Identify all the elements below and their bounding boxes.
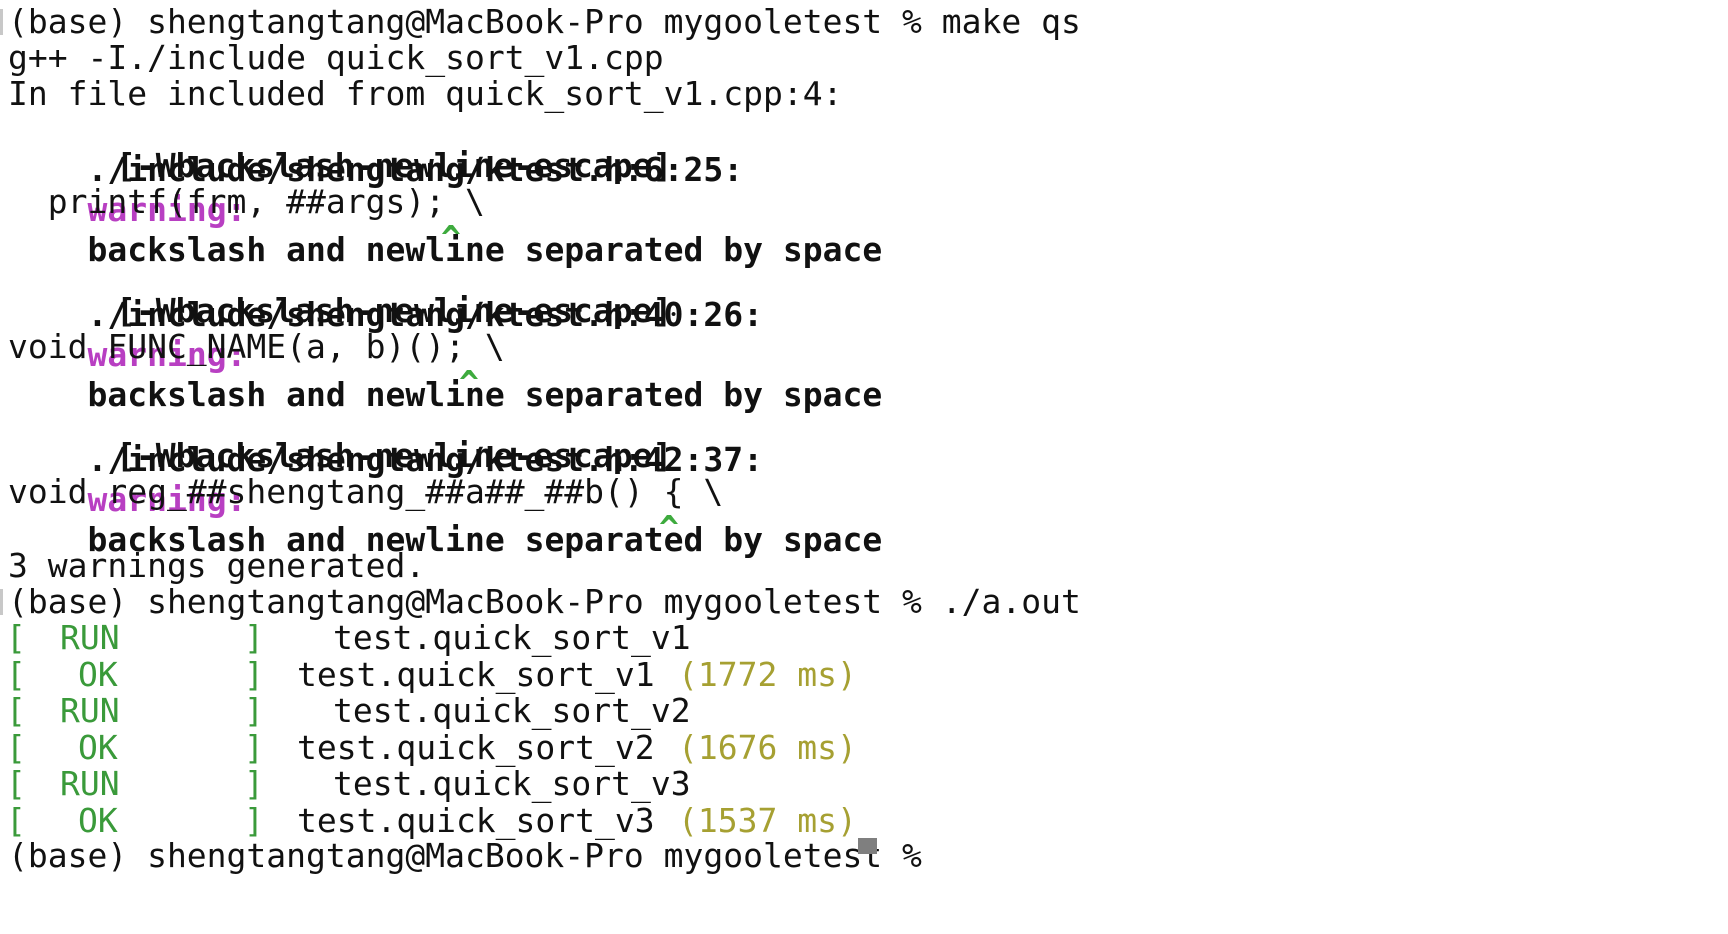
warning-line-2: ./include/shengtang/ktest.h:40:26: warni… (8, 255, 882, 414)
test-bracket-open: [ (6, 801, 26, 840)
test-time: (1537 ms) (678, 801, 857, 840)
test-bracket-open: [ (6, 728, 26, 767)
test-time: (1676 ms) (678, 728, 857, 767)
prompt-text: (base) shengtangtang@MacBook-Pro mygoole… (8, 836, 942, 875)
test-bracket-open: [ (6, 618, 26, 657)
terminal-window[interactable]: (base) shengtangtang@MacBook-Pro mygoole… (0, 0, 1728, 934)
prompt-mark (0, 589, 3, 615)
warning-caret: ^ (659, 508, 679, 547)
prompt-line: (base) shengtangtang@MacBook-Pro mygoole… (8, 582, 1081, 621)
text-cursor (858, 838, 877, 854)
warning-source: printf(frm, ##args); \ (8, 182, 485, 221)
test-time: (1772 ms) (678, 655, 857, 694)
test-bracket-close: ] (244, 618, 264, 657)
warning-source: void reg_##shengtang_##a##_##b() { \ (8, 472, 724, 511)
warnings-summary: 3 warnings generated. (8, 546, 426, 585)
prompt-line: (base) shengtangtang@MacBook-Pro mygoole… (8, 836, 942, 876)
test-status: OK (78, 801, 118, 840)
test-status: OK (78, 728, 118, 767)
prompt-mark (0, 9, 3, 35)
test-bracket-close: ] (244, 764, 264, 803)
test-status: OK (78, 655, 118, 694)
included-from-line: In file included from quick_sort_v1.cpp:… (8, 74, 843, 113)
compile-command: g++ -I./include quick_sort_v1.cpp (8, 38, 664, 77)
test-bracket-open: [ (6, 655, 26, 694)
test-status: RUN (60, 764, 120, 803)
warning-flag: [-Wbackslash-newline-escape] (116, 436, 673, 475)
test-bracket-close: ] (244, 728, 264, 767)
test-bracket-open: [ (6, 764, 26, 803)
test-status: RUN (60, 691, 120, 730)
warning-caret: ^ (441, 218, 461, 257)
warning-flag: [-Wbackslash-newline-escape] (116, 291, 673, 330)
test-name: test.quick_sort_v1 (297, 655, 655, 694)
warning-line-1: ./include/shengtang/ktest.h:6:25: warnin… (8, 110, 882, 269)
warning-line-3: ./include/shengtang/ktest.h:42:37: warni… (8, 400, 882, 559)
test-status: RUN (60, 618, 120, 657)
warning-caret: ^ (459, 363, 479, 402)
test-name: test.quick_sort_v3 (333, 764, 691, 803)
test-name: test.quick_sort_v1 (333, 618, 691, 657)
test-bracket-close: ] (244, 691, 264, 730)
test-name: test.quick_sort_v2 (333, 691, 691, 730)
test-name: test.quick_sort_v2 (297, 728, 655, 767)
prompt-line: (base) shengtangtang@MacBook-Pro mygoole… (8, 2, 1081, 41)
test-bracket-close: ] (244, 655, 264, 694)
warning-flag: [-Wbackslash-newline-escape] (116, 146, 673, 185)
test-name: test.quick_sort_v3 (297, 801, 655, 840)
test-bracket-close: ] (244, 801, 264, 840)
test-bracket-open: [ (6, 691, 26, 730)
warning-source: void FUNC_NAME(a, b)(); \ (8, 327, 505, 366)
